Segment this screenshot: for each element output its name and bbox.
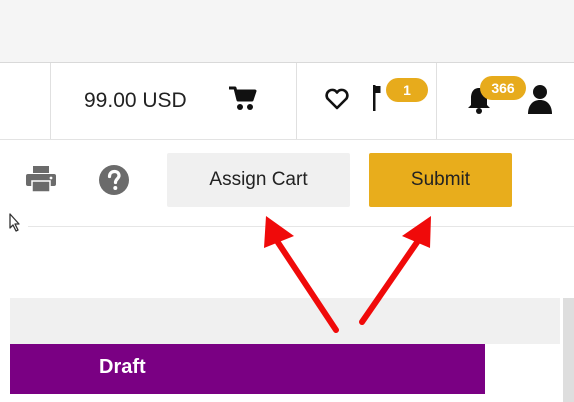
alerts-badge: 366 <box>480 76 526 100</box>
header-divider <box>296 63 297 139</box>
assign-cart-button[interactable]: Assign Cart <box>167 153 350 207</box>
status-label: Draft <box>99 356 146 378</box>
submit-label: Submit <box>410 169 471 190</box>
cursor-icon <box>9 213 20 232</box>
annotation-arrowhead-right <box>402 216 431 248</box>
scrollbar-track[interactable] <box>563 298 574 402</box>
header-divider <box>436 63 437 139</box>
panel-header <box>10 298 560 344</box>
header-divider <box>50 63 51 139</box>
section-divider <box>28 226 574 227</box>
assign-cart-label: Assign Cart <box>209 169 308 190</box>
user-icon[interactable] <box>526 83 554 115</box>
print-icon[interactable] <box>24 164 58 194</box>
flag-icon[interactable] <box>370 83 382 113</box>
cart-total: 99.00 USD <box>84 89 187 112</box>
notification-badge: 1 <box>386 78 428 102</box>
status-bar: Draft <box>10 344 485 394</box>
heart-icon[interactable] <box>324 88 350 110</box>
cart-icon[interactable] <box>228 85 258 113</box>
top-strip <box>0 0 574 62</box>
submit-button[interactable]: Submit <box>369 153 512 207</box>
annotation-arrowhead-left <box>264 216 294 248</box>
help-icon[interactable] <box>98 164 130 196</box>
header-bar: 99.00 USD 1 366 <box>0 62 574 140</box>
